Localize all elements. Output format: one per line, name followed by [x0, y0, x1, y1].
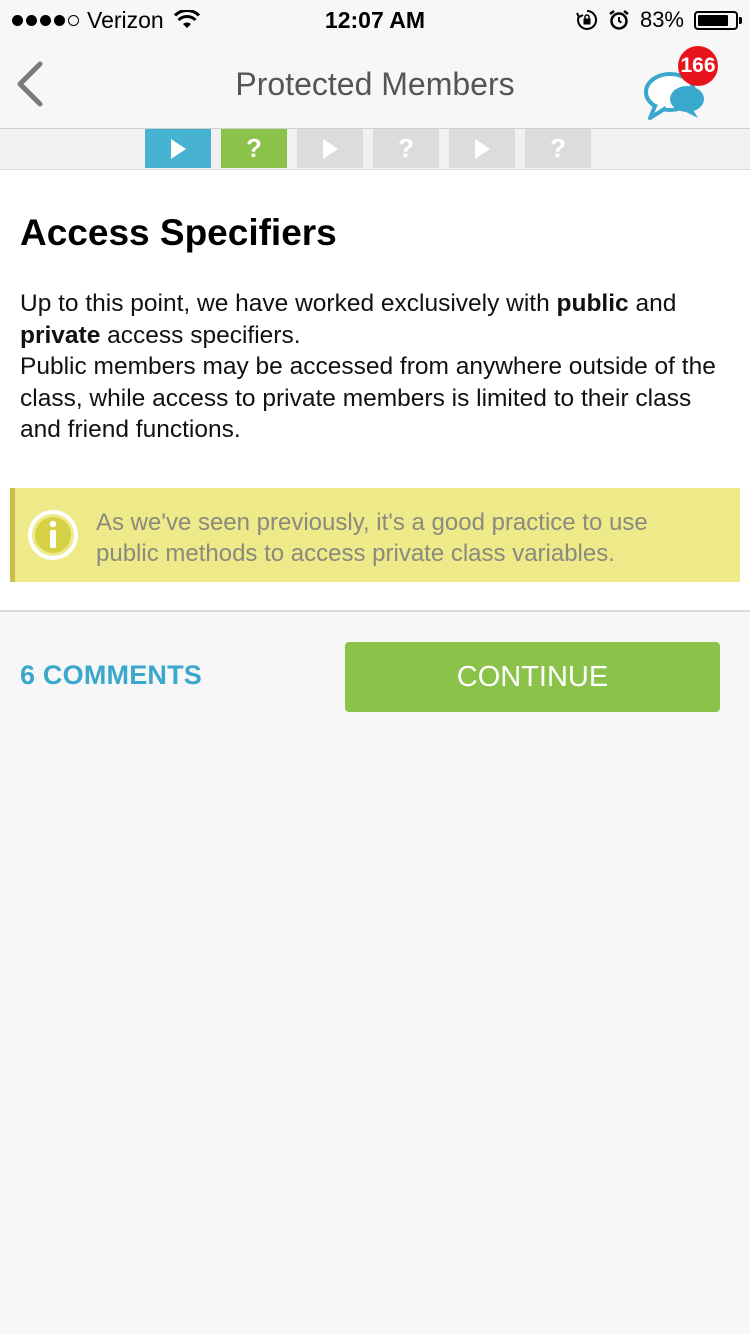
- rotation-lock-icon: [576, 9, 597, 30]
- lesson-body: Up to this point, we have worked exclusi…: [20, 288, 730, 446]
- play-icon: [171, 138, 186, 159]
- progress-step-6[interactable]: ?: [525, 129, 591, 168]
- lesson-progress-bar: ? ? ?: [0, 129, 750, 170]
- play-icon: [323, 138, 338, 159]
- progress-step-2[interactable]: ?: [221, 129, 287, 168]
- lesson-heading: Access Specifiers: [20, 212, 337, 253]
- info-note: As we've seen previously, it's a good pr…: [10, 488, 740, 582]
- notification-badge: 166: [678, 46, 718, 86]
- question-mark-icon: ?: [398, 133, 414, 163]
- progress-step-1[interactable]: [145, 129, 211, 168]
- play-icon: [475, 138, 490, 159]
- continue-button[interactable]: CONTINUE: [345, 642, 720, 712]
- battery-icon: [694, 10, 742, 30]
- alarm-clock-icon: [609, 10, 629, 30]
- progress-step-4[interactable]: ?: [373, 129, 439, 168]
- question-mark-icon: ?: [550, 133, 566, 163]
- body-paragraph-2: Public members may be accessed from anyw…: [20, 353, 716, 443]
- battery-fill: [698, 14, 728, 26]
- lesson-card: Access Specifiers Up to this point, we h…: [0, 170, 750, 612]
- body-text-segment: Up to this point, we have worked exclusi…: [20, 290, 557, 317]
- question-mark-icon: ?: [246, 133, 262, 163]
- body-text-segment: and: [628, 290, 677, 317]
- status-bar: Verizon 12:07 AM 83%: [0, 0, 750, 40]
- comments-link[interactable]: 6 COMMENTS: [20, 660, 202, 691]
- progress-step-3[interactable]: [297, 129, 363, 168]
- info-note-text: As we've seen previously, it's a good pr…: [96, 509, 648, 567]
- keyword-private: private: [20, 321, 101, 349]
- nav-header: Protected Members 166: [0, 40, 750, 129]
- body-text-segment: access specifiers.: [100, 321, 301, 349]
- info-icon: [28, 510, 78, 560]
- battery-percent: 83%: [639, 7, 684, 32]
- progress-step-5[interactable]: [449, 129, 515, 168]
- page-title: Protected Members: [235, 66, 515, 102]
- keyword-public: public: [556, 290, 629, 317]
